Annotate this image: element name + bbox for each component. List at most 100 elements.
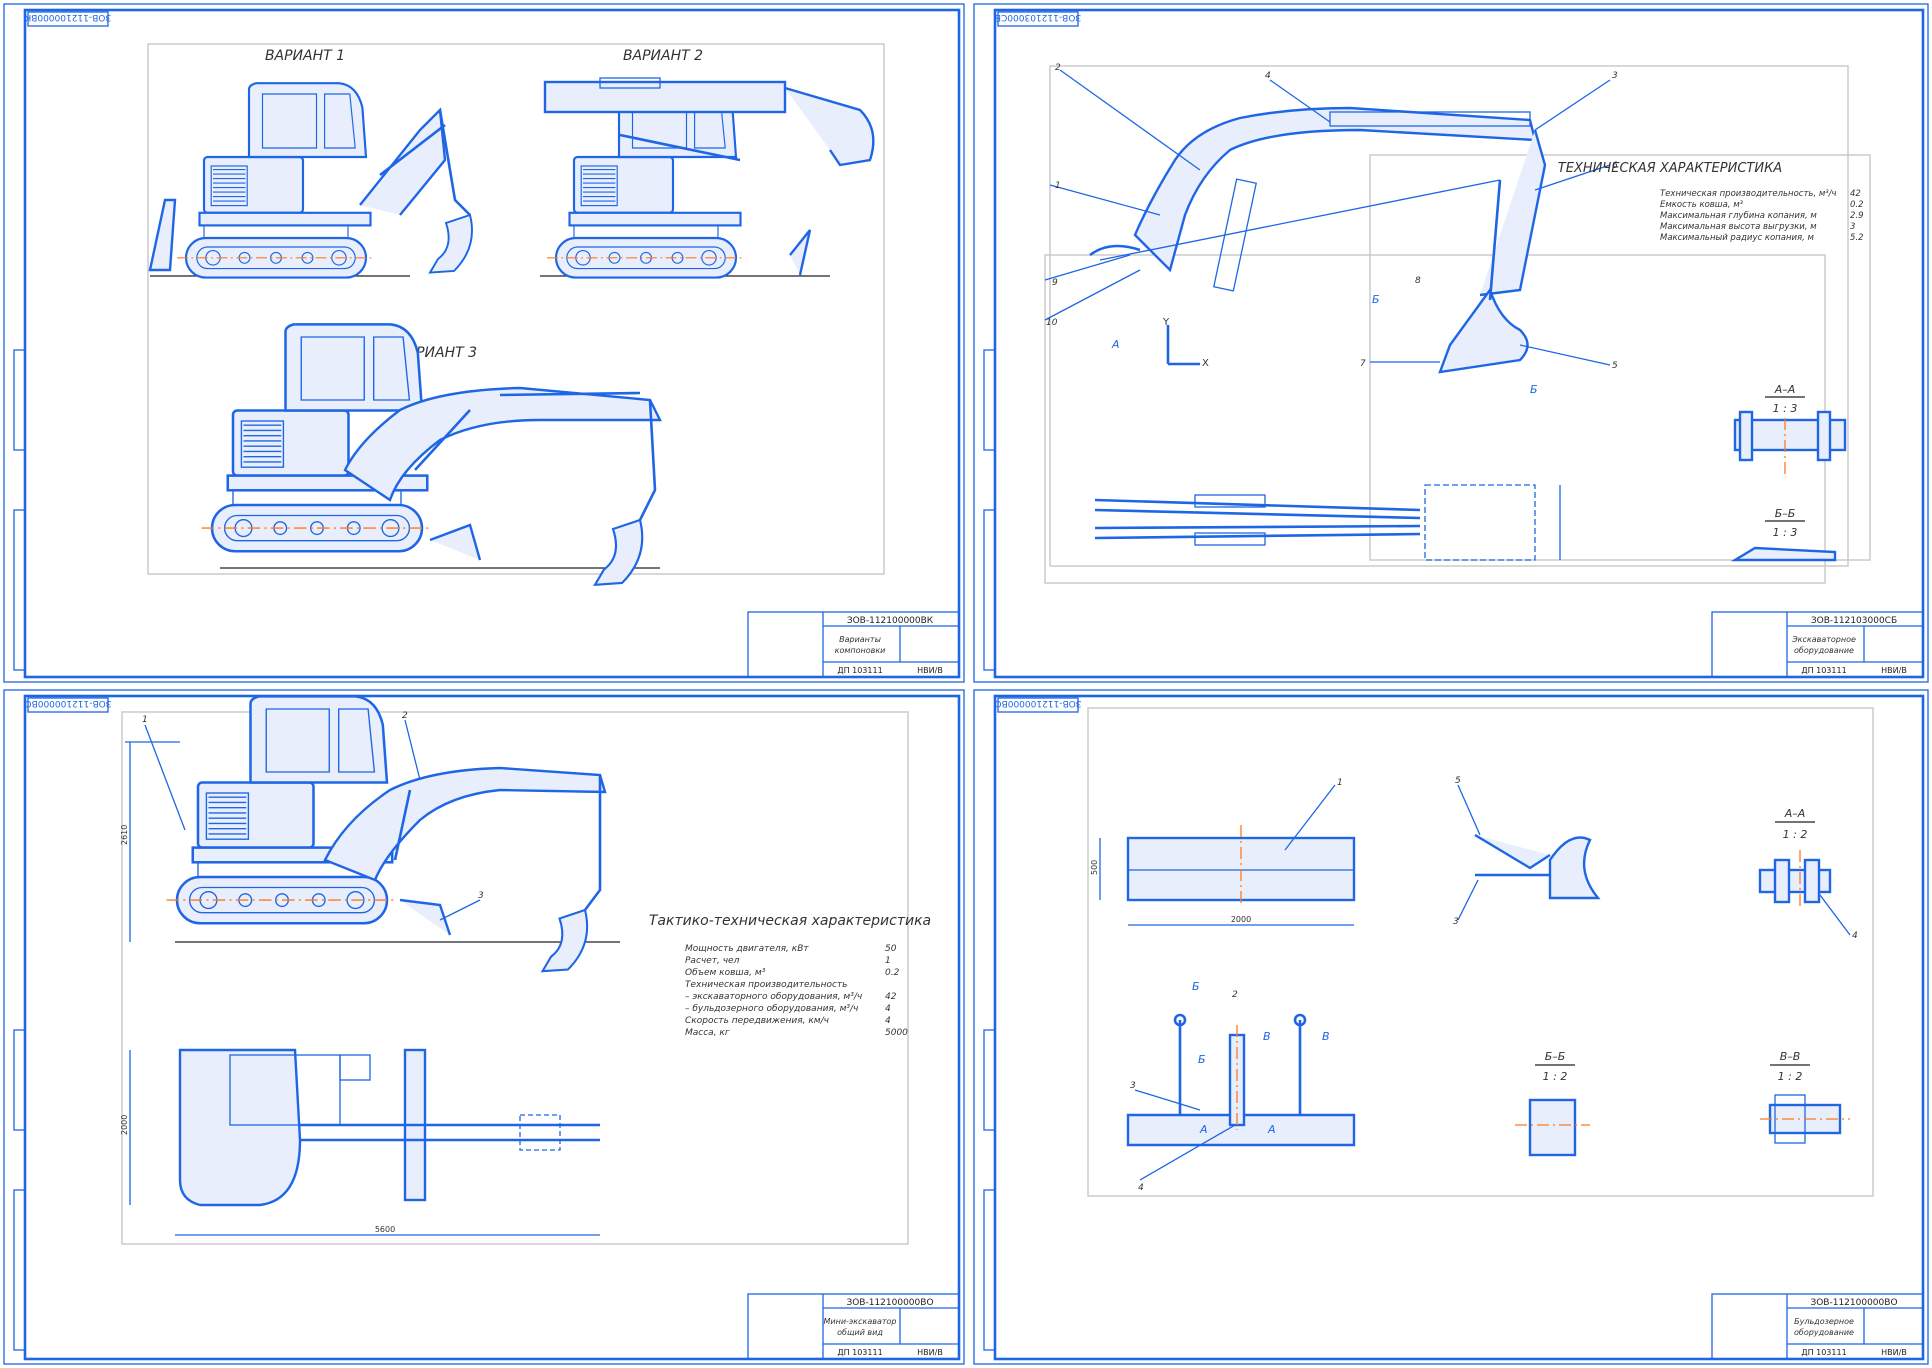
- svg-text:3: 3: [1850, 222, 1855, 232]
- svg-text:А–А: А–А: [1774, 383, 1796, 396]
- boom: [1133, 106, 1537, 273]
- section-aa-4: А–А 1 : 2 4: [1758, 807, 1858, 941]
- svg-text:3: 3: [1453, 917, 1459, 927]
- tth-table: Мощность двигателя, кВт 50 Расчет, чел 1 О…: [685, 944, 908, 1038]
- variant-1-excavator: [148, 82, 473, 279]
- svg-text:ДП 103111: ДП 103111: [1801, 666, 1846, 675]
- svg-text:оборудование: оборудование: [1794, 1328, 1854, 1337]
- view-b-label: Б: [1372, 293, 1380, 306]
- tech-title: ТЕХНИЧЕСКАЯ ХАРАКТЕРИСТИКА: [1558, 161, 1782, 176]
- svg-text:5.2: 5.2: [1850, 233, 1864, 243]
- svg-text:НВИ/В: НВИ/В: [1881, 666, 1907, 675]
- svg-text:1 : 2: 1 : 2: [1778, 1070, 1803, 1083]
- svg-text:Техническая производительность: Техническая производительность, м³/ч: [1660, 189, 1837, 199]
- svg-text:2: 2: [402, 711, 408, 721]
- svg-text:оборудование: оборудование: [1794, 646, 1854, 655]
- svg-text:4: 4: [1265, 71, 1271, 81]
- svg-text:Масса, кг: Масса, кг: [685, 1028, 730, 1038]
- svg-text:3: 3: [1130, 1081, 1136, 1091]
- svg-text:Экскаваторное: Экскаваторное: [1791, 635, 1856, 644]
- svg-text:1 : 2: 1 : 2: [1543, 1070, 1568, 1083]
- svg-text:В: В: [1263, 1030, 1271, 1043]
- svg-text:Мини-экскаватор: Мини-экскаватор: [823, 1317, 896, 1326]
- blade-side-view: 5 3: [1453, 776, 1601, 927]
- svg-text:Варианты: Варианты: [839, 635, 881, 644]
- svg-text:Мощность двигателя, кВт: Мощность двигателя, кВт: [685, 944, 809, 954]
- sheet-3: 2610 1 2 3 2000 5600 Тактико-техническая х…: [120, 695, 931, 1245]
- svg-text:1 : 2: 1 : 2: [1783, 828, 1808, 841]
- svg-text:ЗОВ-112100000ВК: ЗОВ-112100000ВК: [847, 616, 934, 626]
- blade-top-view: 3 2 4 Б Б В В А А: [1126, 980, 1356, 1193]
- svg-text:НВИ/В: НВИ/В: [917, 1348, 943, 1357]
- svg-text:– бульдозерного оборудования,: – бульдозерного оборудования, м³/ч: [685, 1004, 858, 1014]
- svg-text:7: 7: [1360, 359, 1366, 369]
- axis-y: Y: [1162, 317, 1170, 328]
- svg-text:Объем ковша, м³: Объем ковша, м³: [685, 968, 766, 978]
- svg-text:5000: 5000: [885, 1028, 908, 1038]
- svg-text:ДП 103111: ДП 103111: [837, 666, 882, 675]
- svg-text:4: 4: [885, 1004, 891, 1014]
- svg-text:ЗОВ-112103000СБ: ЗОВ-112103000СБ: [1811, 616, 1897, 626]
- svg-text:В: В: [1322, 1030, 1330, 1043]
- svg-text:5: 5: [1455, 776, 1461, 786]
- title-block-3: ЗОВ-112100000ВО Мини-экскаватор общий ви…: [747, 1293, 960, 1360]
- tech-table: Техническая производительность, м³/ч 42 Е…: [1660, 189, 1864, 243]
- svg-text:2.9: 2.9: [1850, 211, 1864, 221]
- svg-text:Скорость передвижения, км/ч: Скорость передвижения, км/ч: [685, 1016, 829, 1026]
- svg-text:Максимальный радиус копания, м: Максимальный радиус копания, м: [1660, 233, 1815, 243]
- dim-blade-width: 2000: [1231, 915, 1251, 924]
- svg-text:1: 1: [142, 715, 148, 725]
- svg-text:4: 4: [1138, 1183, 1144, 1193]
- corner-stamps: ЗОВ-112100000ВК ЗОВ-112103000СБ ЗОВ-1121…: [24, 11, 1082, 713]
- svg-text:2: 2: [1232, 990, 1238, 1000]
- stamp-1: ЗОВ-112100000ВК: [24, 12, 111, 22]
- section-bb-4: Б–Б 1 : 2: [1515, 1050, 1590, 1157]
- sheet-1: ВАРИАНТ 1 ВАРИАНТ 2 ВАРИАНТ 3: [147, 43, 885, 586]
- section-bb: Б–Б 1 : 3: [1730, 507, 1837, 562]
- svg-text:Б: Б: [1192, 980, 1200, 993]
- svg-text:0.2: 0.2: [1850, 200, 1864, 210]
- stamp-2: ЗОВ-112103000СБ: [995, 12, 1081, 22]
- variant-2-label: ВАРИАНТ 2: [623, 48, 703, 64]
- svg-text:5: 5: [1612, 361, 1618, 371]
- section-vv-4: В–В 1 : 2: [1760, 1050, 1850, 1144]
- svg-text:1: 1: [1337, 778, 1343, 788]
- svg-text:компоновки: компоновки: [835, 646, 886, 655]
- svg-text:3: 3: [478, 891, 484, 901]
- stamp-3: ЗОВ-112100000ВО: [24, 698, 111, 708]
- svg-text:42: 42: [885, 992, 897, 1002]
- svg-text:Техническая производительность: Техническая производительность: [685, 980, 847, 990]
- blade-front-view: 500 2000 1: [1090, 778, 1356, 926]
- svg-text:Б–Б: Б–Б: [1545, 1050, 1566, 1063]
- svg-text:А: А: [1199, 1123, 1208, 1136]
- view-a-label: А: [1111, 338, 1120, 351]
- svg-text:1 : 3: 1 : 3: [1773, 526, 1798, 539]
- axis-x: X: [1202, 358, 1209, 369]
- svg-text:ДП 103111: ДП 103111: [837, 1348, 882, 1357]
- drawing-canvas: ЗОВ-112100000ВК ЗОВ-112103000СБ ЗОВ-1121…: [3, 3, 1929, 1365]
- svg-text:9: 9: [1052, 278, 1058, 288]
- variant-2-excavator: [540, 77, 875, 279]
- svg-text:Максимальная глубина копания,: Максимальная глубина копания, м: [1660, 211, 1817, 221]
- dim-blade-height: 500: [1090, 860, 1099, 875]
- stamp-4: ЗОВ-112100000ВО: [994, 698, 1081, 708]
- section-aa: А–А 1 : 3: [1733, 383, 1847, 475]
- svg-text:А: А: [1267, 1123, 1276, 1136]
- svg-text:общий вид: общий вид: [837, 1328, 883, 1337]
- sheet-4: 500 2000 1 5 3 А–А 1 : 2 4 3 2 4 Б Б В В…: [1087, 707, 1874, 1197]
- title-block-2: ЗОВ-112103000СБ Экскаваторное оборудован…: [1711, 611, 1924, 678]
- dim-height: 2610: [120, 825, 129, 845]
- title-block-1: ЗОВ-112100000ВК Варианты компоновки ДП 1…: [747, 611, 960, 678]
- title-block-4: ЗОВ-112100000ВО Бульдозерное оборудовани…: [1711, 1293, 1924, 1360]
- dim-width: 2000: [120, 1115, 129, 1135]
- view-b-label-2: Б: [1530, 383, 1538, 396]
- svg-text:Бульдозерное: Бульдозерное: [1794, 1317, 1854, 1326]
- variant-1-label: ВАРИАНТ 1: [265, 48, 345, 64]
- dim-length: 5600: [375, 1225, 395, 1234]
- svg-text:Емкость ковша, м³: Емкость ковша, м³: [1660, 200, 1744, 210]
- svg-text:– экскаваторного оборудования,: – экскаваторного оборудования, м³/ч: [685, 992, 862, 1002]
- svg-text:0.2: 0.2: [885, 968, 900, 978]
- svg-text:ЗОВ-112100000ВО: ЗОВ-112100000ВО: [846, 1298, 933, 1308]
- svg-text:1: 1: [1055, 181, 1061, 191]
- svg-text:ДП 103111: ДП 103111: [1801, 1348, 1846, 1357]
